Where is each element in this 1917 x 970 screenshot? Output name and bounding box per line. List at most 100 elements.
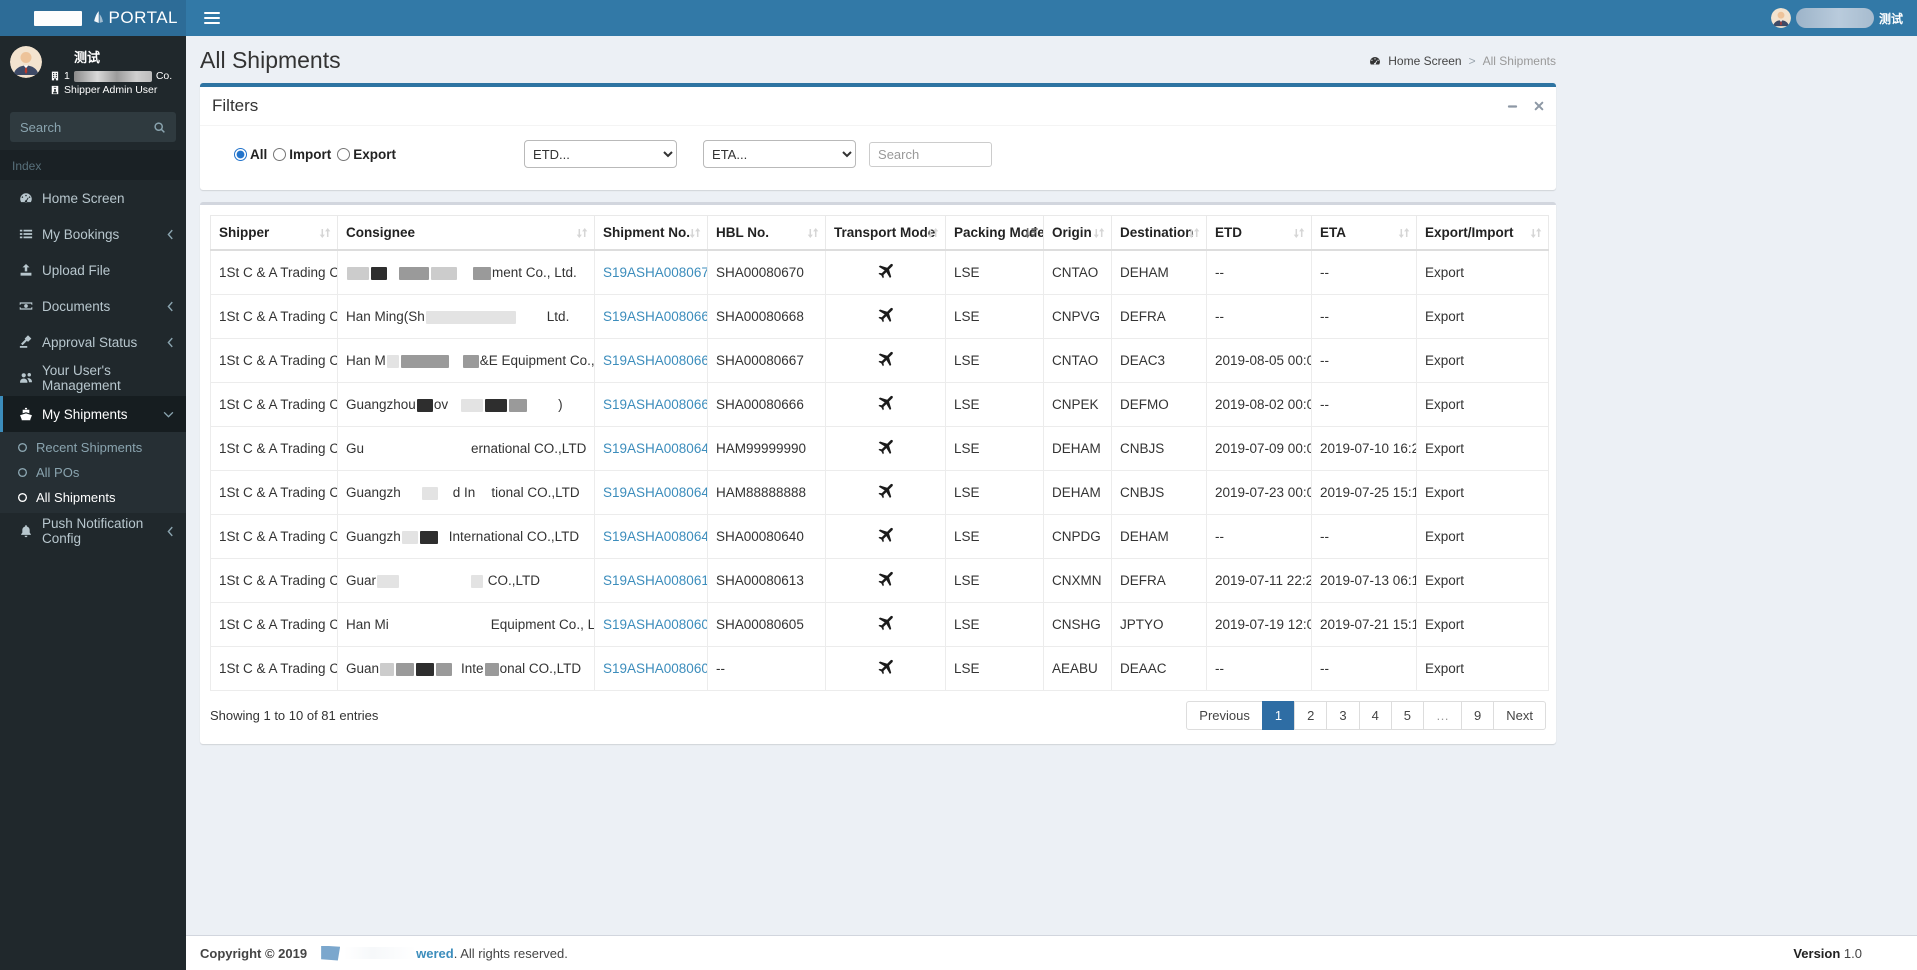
col-header-transport-mode[interactable]: Transport Mode <box>825 215 946 251</box>
sort-icon[interactable] <box>1397 226 1411 240</box>
eta-select[interactable]: ETA... <box>703 140 857 168</box>
sort-icon[interactable] <box>806 226 820 240</box>
redacted-text-block <box>390 619 490 632</box>
page-button-2[interactable]: 2 <box>1294 701 1328 730</box>
radio-all[interactable]: All <box>234 147 267 162</box>
shipment-no-link[interactable]: S19ASHA0080646 <box>603 485 707 500</box>
shipment-no-link[interactable]: S19ASHA0080647 <box>603 441 707 456</box>
dashboard-icon <box>1370 56 1381 65</box>
sort-icon[interactable] <box>575 226 589 240</box>
cell-consignee: Han M&E Equipment Co., Ltd. <box>337 338 595 383</box>
cell-shipment-no: S19ASHA0080605 <box>594 602 708 647</box>
shipment-no-link[interactable]: S19ASHA0080640 <box>603 529 707 544</box>
page-button-next[interactable]: Next <box>1493 701 1546 730</box>
shipment-no-link[interactable]: S19ASHA0080670 <box>603 265 707 280</box>
cell-consignee: Guangzh d In tional CO.,LTD <box>337 470 595 515</box>
page-button-9[interactable]: 9 <box>1461 701 1495 730</box>
cell-hbl-no: SHA00080667 <box>707 338 826 383</box>
redacted-text-block <box>484 662 499 676</box>
redacted-text-block <box>380 662 395 676</box>
sidebar-item-all-pos[interactable]: All POs <box>0 460 186 485</box>
sort-icon[interactable] <box>1187 226 1201 240</box>
radio-import-input[interactable] <box>273 147 287 161</box>
col-header-export-import[interactable]: Export/Import <box>1416 215 1549 251</box>
sidebar-item-my-bookings[interactable]: My Bookings <box>0 216 186 252</box>
col-header-destination[interactable]: Destination <box>1111 215 1207 251</box>
logo-text: PORTAL <box>108 8 178 27</box>
col-header-packing-mode[interactable]: Packing Mode <box>945 215 1044 251</box>
sort-icon[interactable] <box>318 226 332 240</box>
shipment-no-link[interactable]: S19ASHA0080667 <box>603 353 707 368</box>
sidebar-item-recent-shipments[interactable]: Recent Shipments <box>0 435 186 460</box>
shipment-no-link[interactable]: S19ASHA0080668 <box>603 309 707 324</box>
shipment-no-link[interactable]: S19ASHA0080605 <box>603 617 707 632</box>
close-icon[interactable] <box>1534 101 1544 112</box>
sidebar-item-push-notification-config[interactable]: Push Notification Config <box>0 513 186 549</box>
app-logo[interactable]: PORTAL <box>0 0 186 36</box>
sidebar-search-input[interactable]: Search <box>10 112 176 142</box>
sort-icon[interactable] <box>1529 226 1543 240</box>
radio-export-input[interactable] <box>337 147 351 161</box>
page-button-previous[interactable]: Previous <box>1186 701 1263 730</box>
shipment-no-link[interactable]: S19ASHA0080666 <box>603 397 707 412</box>
collapse-icon[interactable] <box>1507 101 1518 112</box>
sort-icon[interactable] <box>688 226 702 240</box>
col-header-shipment-no[interactable]: Shipment No. <box>594 215 708 251</box>
cell-origin: CNTAO <box>1043 249 1112 295</box>
sidebar-item-my-shipments[interactable]: My Shipments <box>0 396 186 432</box>
cell-transport-mode <box>825 426 946 471</box>
sidebar-item-upload-file[interactable]: Upload File <box>0 252 186 288</box>
radio-export[interactable]: Export <box>337 147 396 162</box>
redacted-text-block <box>421 486 438 500</box>
sort-icon[interactable] <box>926 226 940 240</box>
sort-desc-active-icon[interactable] <box>1024 226 1038 240</box>
col-header-consignee[interactable]: Consignee <box>337 215 595 251</box>
redacted-text-block <box>399 266 429 280</box>
shipment-no-link[interactable]: S19ASHA0080613 <box>603 573 707 588</box>
sort-icon[interactable] <box>1292 226 1306 240</box>
radio-import[interactable]: Import <box>273 147 331 162</box>
menu-label: My Shipments <box>42 406 128 422</box>
radio-all-input[interactable] <box>234 147 247 161</box>
breadcrumb: Home Screen > All Shipments <box>1369 54 1556 68</box>
col-label: Export/Import <box>1425 225 1514 240</box>
page-button-4[interactable]: 4 <box>1358 701 1392 730</box>
page-button-5[interactable]: 5 <box>1390 701 1425 730</box>
cell-hbl-no: SHA00080668 <box>707 294 826 339</box>
col-header-origin[interactable]: Origin <box>1043 215 1112 251</box>
cell-shipment-no: S19ASHA0080666 <box>594 382 708 427</box>
col-header-shipper[interactable]: Shipper <box>210 215 338 251</box>
cell-eta: -- <box>1311 294 1417 339</box>
company-suffix: Co. <box>155 70 173 82</box>
col-header-hbl-no[interactable]: HBL No. <box>707 215 826 251</box>
powered-link-fragment[interactable]: wered <box>416 946 454 961</box>
etd-select[interactable]: ETD... <box>524 140 678 168</box>
cell-eta: -- <box>1311 514 1417 559</box>
sidebar-item-home-screen[interactable]: Home Screen <box>0 180 186 216</box>
page-button-1[interactable]: 1 <box>1261 701 1296 730</box>
import-export-radio-group: All Import Export <box>234 147 402 162</box>
cell-consignee: Guangzh International CO.,LTD <box>337 514 595 559</box>
cell-shipper: 1St C & A Trading Co. <box>210 426 338 471</box>
cell-shipment-no: S19ASHA0080647 <box>594 426 708 471</box>
sidebar-item-all-shipments[interactable]: All Shipments <box>0 485 186 510</box>
filters-tools <box>1507 101 1544 112</box>
sidebar-item-users-management[interactable]: Your User's Management <box>0 360 186 396</box>
cell-export-import: Export <box>1416 646 1549 691</box>
sidebar-toggle-button[interactable] <box>200 8 224 28</box>
sidebar-item-documents[interactable]: Documents <box>0 288 186 324</box>
sidebar-item-approval-status[interactable]: Approval Status <box>0 324 186 360</box>
shipment-no-link[interactable]: S19ASHA0080602 <box>603 661 707 676</box>
page-button-3[interactable]: 3 <box>1326 701 1360 730</box>
col-header-eta[interactable]: ETA <box>1311 215 1417 251</box>
cell-shipper: 1St C & A Trading Co. <box>210 249 338 295</box>
breadcrumb-home-link[interactable]: Home Screen <box>1388 54 1461 68</box>
cell-shipment-no: S19ASHA0080668 <box>594 294 708 339</box>
sort-icon[interactable] <box>1092 226 1106 240</box>
table-row: 1St C & A Trading Co. Guangzhou ov) S19ASHA… <box>210 382 1549 427</box>
col-header-etd[interactable]: ETD <box>1206 215 1312 251</box>
menu-label: Your User's Management <box>42 363 121 393</box>
navbar-user-menu[interactable]: 测试 <box>1770 8 1903 28</box>
filter-search-input[interactable] <box>869 141 993 167</box>
radio-label: Import <box>289 146 332 162</box>
